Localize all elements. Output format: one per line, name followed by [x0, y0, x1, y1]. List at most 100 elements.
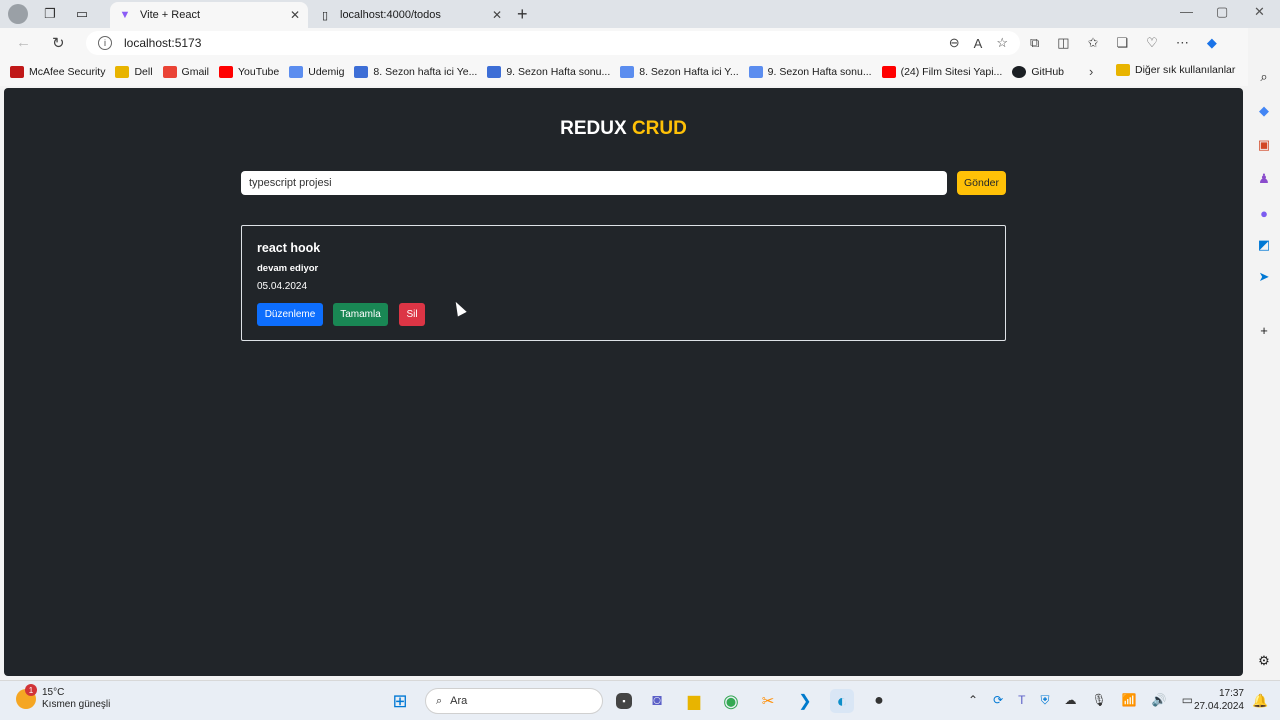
- onedrive-icon[interactable]: ☁: [1064, 693, 1076, 708]
- zoom-icon[interactable]: ⊖: [949, 35, 960, 51]
- new-tab-button[interactable]: +: [517, 4, 528, 25]
- chevron-right-icon[interactable]: ›: [1089, 64, 1093, 79]
- search-placeholder: Ara: [450, 695, 468, 707]
- defender-icon[interactable]: ⛨: [1040, 693, 1049, 708]
- collections-icon[interactable]: ❏: [1117, 35, 1129, 51]
- games-icon[interactable]: ♟: [1255, 170, 1273, 188]
- close-window-icon[interactable]: ✕: [1254, 4, 1265, 20]
- more-menu-icon[interactable]: ⋯: [1176, 35, 1189, 51]
- browser-essentials-icon[interactable]: ♡: [1146, 35, 1158, 51]
- search-icon: ⌕: [436, 694, 443, 707]
- tab-vite-react[interactable]: ▼ Vite + React ✕: [110, 2, 308, 28]
- vscode-icon[interactable]: ❯: [793, 689, 817, 713]
- bookmark[interactable]: Udemig: [289, 66, 344, 78]
- teams-icon[interactable]: T: [1018, 693, 1025, 708]
- github-desktop-icon[interactable]: ●: [867, 689, 891, 713]
- bookmark[interactable]: 8. Sezon Hafta ici Y...: [620, 66, 739, 78]
- udemig-icon: [748, 66, 763, 78]
- bookmark[interactable]: 9. Sezon Hafta sonu...: [748, 66, 872, 78]
- clock[interactable]: 17:37 27.04.2024: [1190, 687, 1244, 713]
- gmail-icon: [162, 66, 177, 78]
- copilot-icon[interactable]: ◆: [1207, 35, 1217, 51]
- delete-button[interactable]: Sil: [399, 303, 425, 326]
- search-icon[interactable]: ⌕: [1255, 68, 1273, 86]
- volume-icon[interactable]: 🔊: [1152, 693, 1167, 708]
- back-icon[interactable]: ←: [16, 34, 31, 51]
- split-screen-icon[interactable]: ◫: [1057, 35, 1069, 51]
- office-icon[interactable]: ●: [1255, 204, 1273, 222]
- edit-button[interactable]: Düzenleme: [257, 303, 323, 326]
- system-tray: ⌃ ⟳ T ⛨ ☁ 🎙 📶 🔊 ▭: [968, 693, 1193, 708]
- bookmark[interactable]: Dell: [115, 66, 153, 78]
- todo-title: react hook: [257, 241, 321, 255]
- file-explorer-icon[interactable]: ▪: [616, 693, 632, 709]
- page-icon: ▯: [321, 9, 329, 22]
- maximize-icon[interactable]: ▢: [1216, 4, 1228, 20]
- bookmark[interactable]: GitHub: [1012, 66, 1064, 78]
- bookmark[interactable]: Gmail: [162, 66, 209, 78]
- close-tab-icon[interactable]: ✕: [290, 8, 300, 22]
- edge-icon[interactable]: ◐: [830, 689, 854, 713]
- weather-widget[interactable]: 1 15°C Kısmen güneşli: [16, 684, 111, 711]
- notification-badge: 1: [25, 684, 37, 696]
- snipping-tool-icon[interactable]: ✂: [756, 689, 780, 713]
- address-toolbar: ← ↻ i localhost:5173 ⊖ A ☆ ⧉ ◫ ✩ ❏ ♡ ⋯ ◆: [0, 28, 1280, 58]
- bookmark[interactable]: 8. Sezon hafta ici Ye...: [354, 66, 477, 78]
- chrome-icon[interactable]: ◉: [719, 689, 743, 713]
- add-icon[interactable]: +: [1255, 321, 1273, 339]
- classroom-icon: [354, 66, 369, 78]
- tab-actions-icon[interactable]: ▭: [72, 4, 92, 24]
- title-main: REDUX: [560, 118, 627, 139]
- chevron-up-icon[interactable]: ⌃: [968, 693, 978, 708]
- close-tab-icon[interactable]: ✕: [492, 8, 502, 22]
- minimize-icon[interactable]: —: [1180, 4, 1193, 19]
- folder-icon: [1116, 64, 1130, 76]
- outlook-icon[interactable]: ◩: [1255, 236, 1273, 254]
- address-url[interactable]: localhost:5173: [124, 36, 201, 50]
- mcafee-icon: [10, 66, 24, 78]
- app-page: REDUX CRUD Gönder react hook devam ediyo…: [4, 88, 1243, 676]
- udemig-icon: [620, 66, 635, 78]
- shopping-icon[interactable]: ◆: [1255, 102, 1273, 120]
- favorite-star-icon[interactable]: ☆: [996, 35, 1008, 51]
- browser-tab-strip: ❐ ▭ ▼ Vite + React ✕ ▯ localhost:4000/to…: [0, 0, 1280, 28]
- weather-condition: Kısmen güneşli: [42, 699, 111, 710]
- address-bar[interactable]: i localhost:5173 ⊖ A ☆: [86, 31, 1020, 55]
- vite-icon: ▼: [119, 9, 131, 21]
- submit-button[interactable]: Gönder: [957, 171, 1006, 195]
- settings-gear-icon[interactable]: ⚙: [1255, 652, 1273, 670]
- complete-button[interactable]: Tamamla: [333, 303, 388, 326]
- title-accent: CRUD: [631, 118, 687, 139]
- tools-icon[interactable]: ▣: [1255, 136, 1273, 154]
- taskbar-search[interactable]: ⌕ Ara: [425, 688, 603, 714]
- read-aloud-icon[interactable]: A: [974, 36, 983, 51]
- bookmark[interactable]: (24) Film Sitesi Yapi...: [881, 66, 1002, 78]
- tab-localhost-todos[interactable]: ▯ localhost:4000/todos ✕: [310, 2, 510, 28]
- chat-icon[interactable]: ◙: [645, 689, 669, 713]
- date: 27.04.2024: [1193, 701, 1244, 712]
- favorites-icon[interactable]: ✩: [1088, 35, 1099, 51]
- folder-icon[interactable]: ▆: [682, 689, 706, 713]
- send-icon[interactable]: ➤: [1255, 268, 1273, 286]
- wifi-icon[interactable]: 📶: [1122, 693, 1137, 708]
- page-title: REDUX CRUD: [4, 118, 1243, 140]
- tab-title: Vite + React: [140, 9, 201, 21]
- windows-taskbar: 1 15°C Kısmen güneşli ⊞ ⌕ Ara ▪ ◙ ▆ ◉ ✂ …: [0, 680, 1280, 720]
- todo-input[interactable]: [241, 171, 947, 195]
- bookmark[interactable]: YouTube: [218, 66, 279, 78]
- folder-icon: [115, 66, 130, 78]
- bookmark[interactable]: McAfee Security: [10, 66, 105, 78]
- microphone-icon[interactable]: 🎙: [1091, 693, 1106, 708]
- site-info-icon[interactable]: i: [98, 36, 112, 50]
- refresh-icon[interactable]: ↻: [52, 34, 65, 52]
- windows-start-icon[interactable]: ⊞: [388, 689, 412, 713]
- bookmark[interactable]: 9. Sezon Hafta sonu...: [487, 66, 610, 78]
- workspaces-icon[interactable]: ❐: [40, 4, 60, 24]
- extensions-icon[interactable]: ⧉: [1030, 35, 1039, 51]
- bookmarks-bar: McAfee Security Dell Gmail YouTube Udemi…: [0, 58, 1248, 86]
- tab-title: localhost:4000/todos: [340, 9, 441, 21]
- other-bookmarks[interactable]: Diğer sık kullanılanlar: [1116, 64, 1235, 76]
- profile-avatar[interactable]: [8, 4, 28, 24]
- sync-icon[interactable]: ⟳: [993, 693, 1003, 708]
- notification-bell-icon[interactable]: 🔔: [1252, 693, 1268, 709]
